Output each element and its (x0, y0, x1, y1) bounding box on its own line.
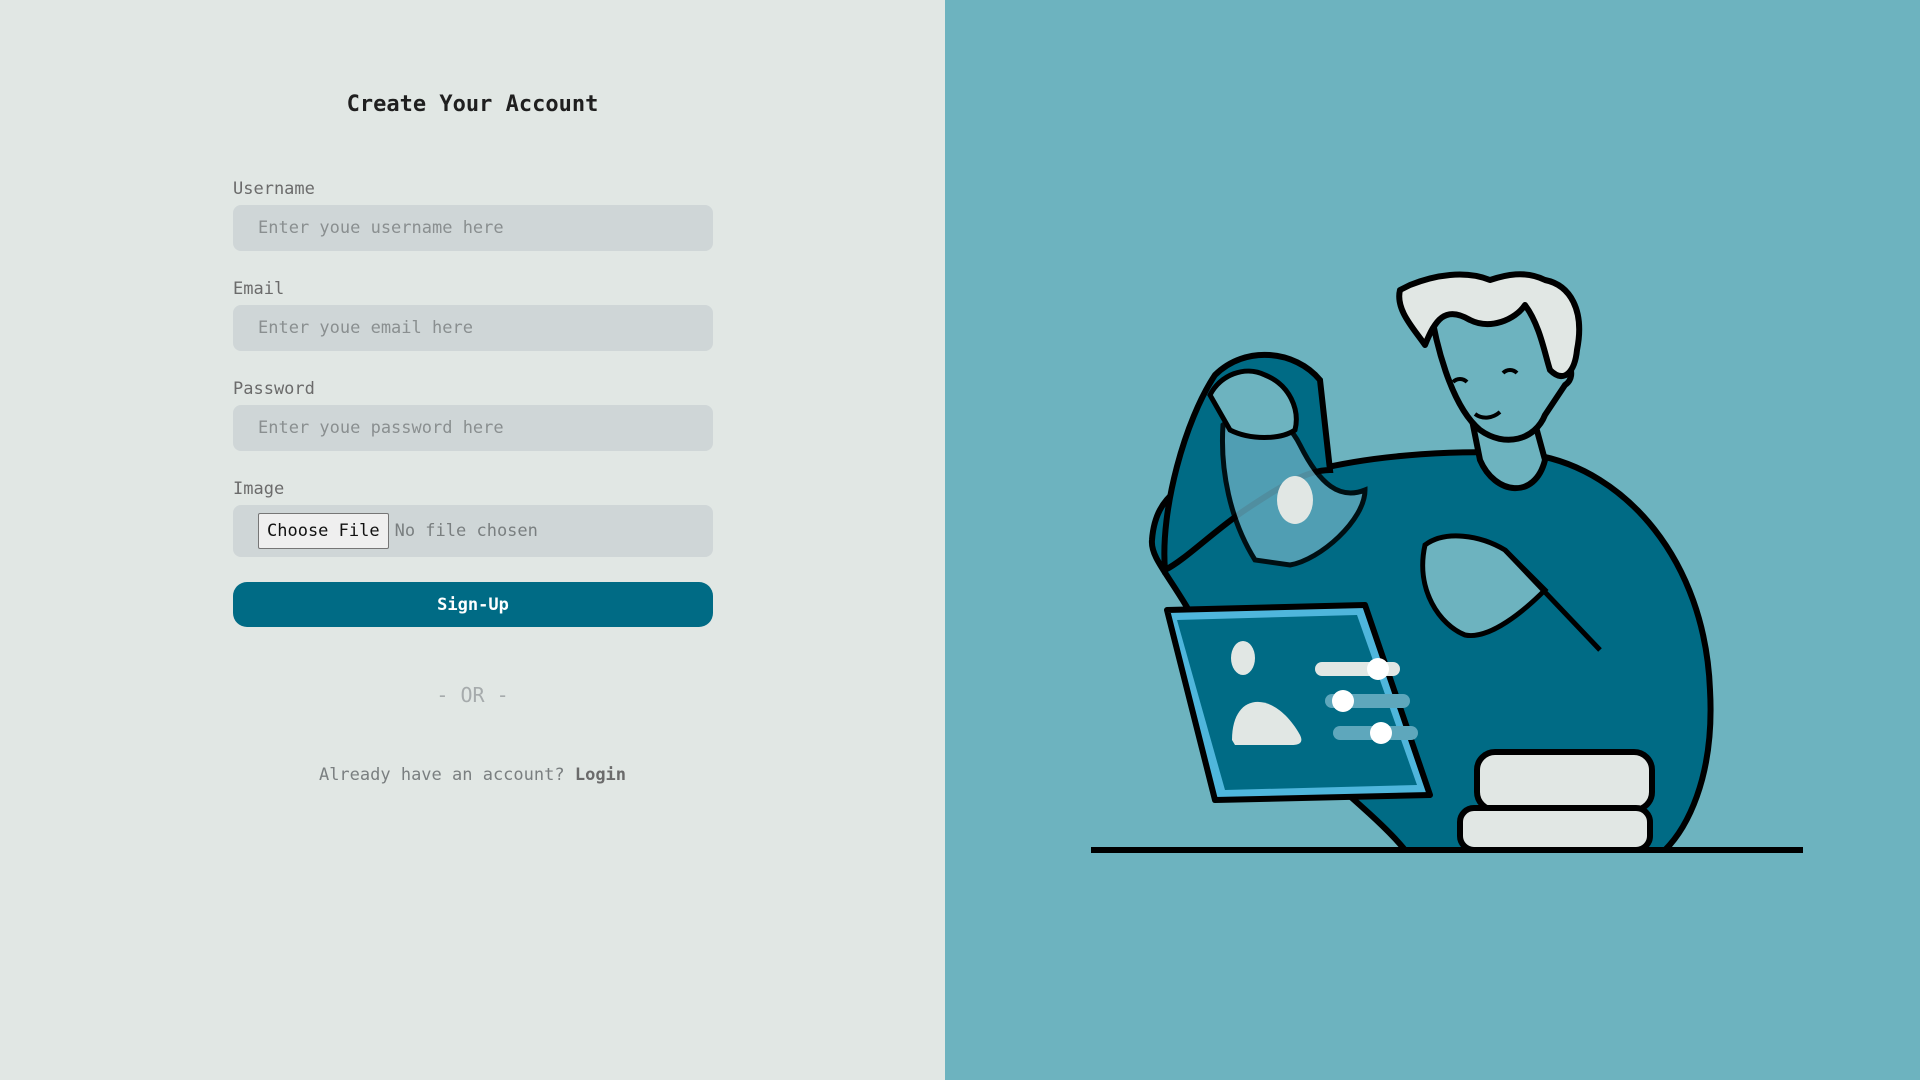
login-prompt: Already have an account? Login (0, 765, 945, 785)
image-file-field: Choose File No file chosen (233, 505, 713, 557)
signup-panel: Create Your Account Username Email Passw… (0, 0, 945, 1080)
choose-file-button[interactable]: Choose File (258, 513, 389, 549)
login-prompt-text: Already have an account? (318, 765, 565, 785)
illustration-panel (945, 0, 1920, 1080)
or-divider: - OR - (436, 683, 509, 707)
slider-knob-2 (1332, 690, 1354, 712)
email-input[interactable] (233, 305, 713, 351)
email-group: Email (233, 278, 713, 351)
email-label: Email (233, 279, 285, 299)
slider-knob-3 (1370, 722, 1392, 744)
page-title: Create Your Account (346, 92, 599, 117)
slider-knob-1 (1367, 658, 1389, 680)
image-group: Image Choose File No file chosen (233, 478, 713, 557)
username-group: Username (233, 178, 713, 251)
signup-form: Username Email Password Image Choose Fil… (233, 178, 713, 627)
password-label: Password (233, 379, 315, 399)
login-link[interactable]: Login (575, 765, 626, 785)
book-top (1474, 749, 1655, 813)
signup-button[interactable]: Sign-Up (233, 582, 713, 627)
file-status: No file chosen (394, 521, 538, 541)
password-group: Password (233, 378, 713, 451)
person-with-tablet-illustration (1091, 271, 1803, 853)
password-input[interactable] (233, 405, 713, 451)
screen-avatar-head (1231, 641, 1255, 675)
paper-circle (1277, 476, 1313, 524)
book-bottom (1457, 805, 1653, 853)
image-label: Image (233, 479, 285, 499)
username-input[interactable] (233, 205, 713, 251)
username-label: Username (233, 179, 315, 199)
